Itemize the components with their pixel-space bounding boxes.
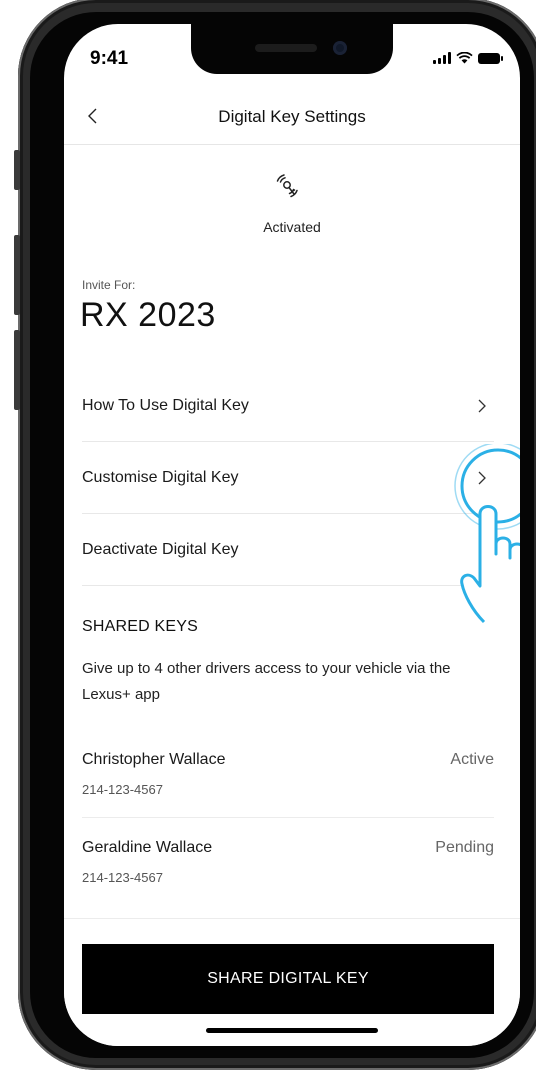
shared-keys-list: Christopher Wallace 214-123-4567 Active … <box>82 746 494 921</box>
share-digital-key-button[interactable]: SHARE DIGITAL KEY <box>82 944 494 1014</box>
speaker-grille <box>255 44 317 52</box>
wifi-icon <box>456 52 473 64</box>
status-time: 9:41 <box>90 48 129 69</box>
status-badge: Pending <box>435 839 494 856</box>
menu-item-label: Customise Digital Key <box>82 468 239 486</box>
signal-icon <box>433 52 451 64</box>
status-icons <box>433 52 503 64</box>
digital-key-icon <box>276 174 298 198</box>
invite-label: Invite For: <box>82 278 136 292</box>
front-camera <box>333 41 347 55</box>
list-item[interactable]: Geraldine Wallace 214-123-4567 Pending <box>82 834 494 905</box>
phone-mute-switch <box>14 150 20 190</box>
shared-keys-heading: SHARED KEYS <box>82 618 199 635</box>
menu-item-label: How To Use Digital Key <box>82 396 249 414</box>
phone-volume-down <box>14 330 20 410</box>
vehicle-name: RX 2023 <box>80 296 216 334</box>
driver-name: Christopher Wallace <box>82 751 226 768</box>
chevron-right-icon <box>478 399 486 412</box>
driver-phone: 214-123-4567 <box>82 870 163 885</box>
tap-hand-icon <box>454 444 520 624</box>
home-indicator <box>206 1028 378 1033</box>
phone-volume-up <box>14 235 20 315</box>
notch <box>191 24 393 74</box>
menu-item-label: Deactivate Digital Key <box>82 540 239 558</box>
activation-status: Activated <box>263 219 321 235</box>
list-item[interactable]: Christopher Wallace 214-123-4567 Active <box>82 746 494 818</box>
driver-name: Geraldine Wallace <box>82 839 213 856</box>
battery-icon <box>478 52 503 64</box>
page-title: Digital Key Settings <box>218 107 366 126</box>
phone-screen: 9:41 Digital Key Settings Activated Invi… <box>64 24 520 1046</box>
menu-item-how-to-use[interactable]: How To Use Digital Key <box>82 370 494 442</box>
header-divider <box>64 144 520 145</box>
driver-phone: 214-123-4567 <box>82 782 163 797</box>
status-badge: Active <box>450 751 494 768</box>
